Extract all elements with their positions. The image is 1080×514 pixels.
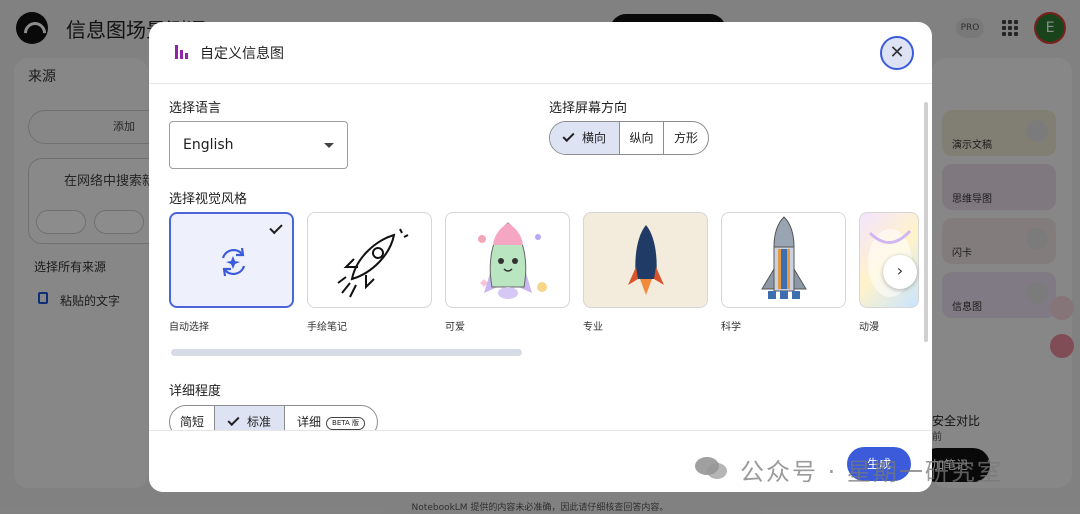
detail-option-label: 简短 [179, 415, 204, 429]
orientation-option-label: 横向 [581, 131, 606, 145]
style-label-sketch: 手绘笔记 [307, 322, 347, 333]
style-card-cute[interactable] [445, 212, 570, 308]
dialog-header: 自定义信息图 ✕ [149, 22, 932, 84]
language-select[interactable]: English [169, 121, 348, 169]
infographic-icon [175, 45, 189, 59]
style-card-sketch[interactable] [307, 212, 432, 308]
visual-style-label: 选择视觉风格 [169, 192, 248, 207]
style-label-auto: 自动选择 [169, 322, 209, 333]
orientation-option-label: 方形 [673, 131, 698, 145]
check-icon [227, 413, 240, 427]
chevron-right-icon[interactable]: › [883, 255, 917, 289]
orientation-option-label: 纵向 [629, 131, 654, 145]
language-value: English [183, 137, 234, 153]
language-label: 选择语言 [169, 101, 222, 116]
orientation-landscape[interactable]: 横向 [550, 122, 620, 154]
customize-infographic-dialog: 自定义信息图 ✕ 选择语言 English 选择屏幕方向 横向 纵向 方形 选择… [149, 22, 932, 492]
scientific-rocket [761, 216, 807, 299]
check-icon [562, 129, 575, 143]
orientation-toggle: 横向 纵向 方形 [549, 121, 709, 155]
orientation-portrait[interactable]: 纵向 [620, 122, 664, 154]
horizontal-scrollbar[interactable] [171, 349, 522, 356]
chevron-down-icon [324, 143, 334, 148]
wechat-icon [695, 457, 727, 479]
beta-badge: BETA 版 [326, 417, 365, 430]
detail-level-label: 详细程度 [169, 384, 222, 399]
style-label-anime: 动漫 [859, 322, 879, 333]
style-label-cute: 可爱 [445, 322, 465, 333]
cute-rocket [478, 222, 547, 299]
detail-option-label: 标准 [246, 415, 271, 429]
detail-option-label: 详细 [297, 415, 322, 429]
close-icon[interactable]: ✕ [880, 36, 914, 70]
style-label-professional: 专业 [583, 322, 603, 333]
style-card-professional[interactable] [583, 212, 708, 308]
sketch-rocket [337, 228, 409, 298]
style-card-auto[interactable] [169, 212, 294, 308]
orientation-label: 选择屏幕方向 [549, 101, 628, 116]
style-label-scientific: 科学 [721, 322, 741, 333]
watermark-text: 公众号 · 星期一研究室 [740, 458, 1003, 486]
dialog-title: 自定义信息图 [200, 46, 284, 62]
style-card-scientific[interactable] [721, 212, 846, 308]
vertical-scrollbar[interactable] [924, 102, 928, 342]
professional-rocket [628, 225, 664, 295]
orientation-square[interactable]: 方形 [664, 122, 708, 154]
